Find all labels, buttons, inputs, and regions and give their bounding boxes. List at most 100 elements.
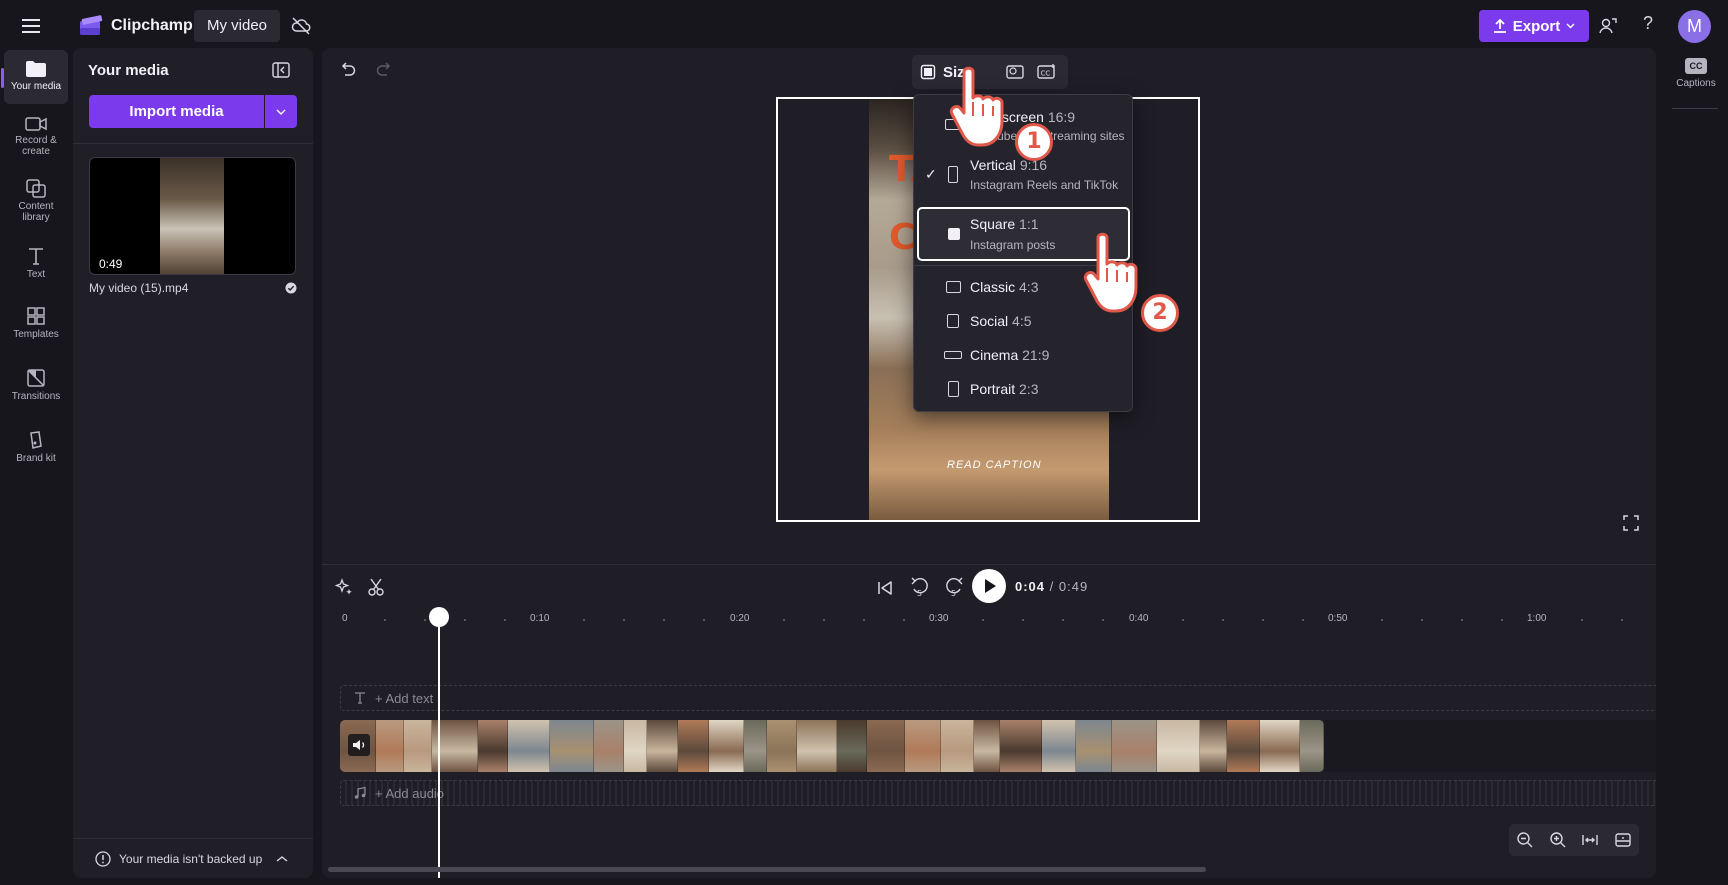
zoom-in-icon[interactable]	[1549, 831, 1567, 849]
option-name: Classic	[970, 279, 1016, 295]
size-option-cinema[interactable]: Cinema 21:9	[914, 341, 1132, 371]
clip-frame	[1199, 720, 1228, 772]
video-clip[interactable]	[340, 720, 1324, 772]
ruler-tick-label: 0:40	[1129, 613, 1149, 624]
option-name: Portrait	[970, 381, 1016, 397]
rail-item-text[interactable]: Text	[4, 246, 68, 292]
rail-item-your-media[interactable]: Your media	[1, 50, 68, 104]
cloud-off-icon[interactable]	[290, 15, 312, 37]
help-icon[interactable]: ?	[1637, 13, 1659, 37]
forward-seconds: 5	[951, 589, 956, 598]
expand-timeline-icon[interactable]	[1614, 831, 1632, 849]
captions-button[interactable]: CC Captions	[1670, 58, 1722, 89]
zoom-out-icon[interactable]	[1516, 831, 1534, 849]
ruler-tick-label: 1:00	[1527, 613, 1547, 624]
fit-to-width-icon[interactable]	[1581, 831, 1599, 849]
ruler-tick-dot	[383, 619, 386, 621]
scissors-icon[interactable]	[367, 577, 385, 597]
media-duration: 0:49	[94, 256, 128, 272]
step-badge: 1	[1015, 123, 1053, 161]
ruler-tick-label: 0:10	[530, 613, 550, 624]
ruler-tick-dot	[703, 619, 706, 621]
backup-status-bar[interactable]: Your media isn't backed up	[73, 838, 313, 878]
clip-frame	[866, 720, 905, 772]
clip-frame	[403, 720, 433, 772]
thumbnail-image	[160, 158, 224, 274]
clip-frame	[941, 720, 975, 772]
export-label: Export	[1512, 17, 1561, 35]
brand-kit-icon	[30, 431, 42, 449]
size-option-vertical[interactable]: ✓ Vertical 9:16 Instagram Reels and TikT…	[914, 155, 1132, 201]
rail-item-brand-kit[interactable]: Brand kit	[4, 430, 68, 480]
portrait-ratio-icon	[948, 381, 959, 397]
ruler-tick-dot	[623, 619, 626, 621]
option-name: Cinema	[970, 347, 1019, 363]
zoom-controls	[1509, 824, 1639, 856]
ruler-tick-dot	[503, 619, 506, 621]
rail-item-transitions[interactable]: Transitions	[4, 368, 68, 418]
rewind-5-icon[interactable]: 5	[910, 576, 930, 598]
rewind-seconds: 5	[917, 589, 922, 598]
current-time: 0:04	[1015, 579, 1046, 594]
video-overlay-text: C	[889, 217, 916, 258]
redo-icon[interactable]	[374, 60, 394, 80]
clip-frame	[836, 720, 867, 772]
clip-frame	[1075, 720, 1113, 772]
cinema-ratio-icon	[944, 351, 962, 359]
magic-sparkle-icon[interactable]	[334, 577, 354, 597]
avatar[interactable]: M	[1678, 10, 1711, 43]
option-ratio: 16:9	[1047, 109, 1076, 125]
classic-ratio-icon	[946, 281, 961, 293]
project-name-field[interactable]: My video	[194, 10, 281, 42]
menu-icon[interactable]	[18, 15, 46, 37]
upload-icon	[1493, 18, 1506, 33]
size-option-portrait[interactable]: Portrait 2:3	[914, 375, 1132, 405]
fullscreen-icon[interactable]	[1622, 514, 1640, 532]
left-rail: Your media Record & create Content libra…	[0, 50, 72, 885]
undo-icon[interactable]	[338, 60, 358, 80]
step-badge: 2	[1141, 294, 1179, 332]
ruler-tick-dot	[1501, 619, 1504, 621]
templates-icon	[27, 307, 45, 325]
rail-item-templates[interactable]: Templates	[4, 306, 68, 356]
share-people-icon[interactable]	[1597, 15, 1619, 37]
captions-label: Captions	[1676, 78, 1716, 89]
rail-item-content-library[interactable]: Content library	[4, 178, 68, 234]
import-media-button[interactable]: Import media	[89, 95, 264, 128]
ruler-tick-dot	[423, 619, 426, 621]
timeline-panel: 5 5 0:04 / 0:49 0 0:10 0:20 0:30 0:40 0:…	[322, 564, 1656, 878]
captions-edit-icon[interactable]: CC	[1036, 62, 1058, 82]
clip-frame	[550, 720, 595, 772]
library-icon	[26, 179, 46, 198]
video-track-empty	[1324, 720, 1656, 772]
text-track[interactable]: + Add text	[340, 685, 1656, 711]
rail-label: Your media	[10, 81, 62, 92]
ruler-tick-dot	[1221, 619, 1224, 621]
playhead[interactable]	[438, 613, 440, 878]
clip-frame	[624, 720, 648, 772]
ruler-tick-dot	[463, 619, 466, 621]
total-time: / 0:49	[1049, 579, 1089, 594]
rail-item-record-create[interactable]: Record & create	[4, 116, 68, 172]
import-options-button[interactable]	[265, 95, 297, 128]
ruler-tick-dot	[1580, 619, 1583, 621]
skip-to-start-icon[interactable]	[876, 579, 894, 597]
media-thumbnail[interactable]: 0:49	[89, 157, 296, 275]
clip-frame	[508, 720, 551, 772]
collapse-panel-icon[interactable]	[271, 61, 291, 79]
ruler-tick-dot	[1102, 619, 1105, 621]
export-button[interactable]: Export	[1479, 10, 1589, 42]
forward-5-icon[interactable]: 5	[944, 576, 964, 598]
clip-frame	[1157, 720, 1200, 772]
ruler-tick-dot	[1421, 619, 1424, 621]
rail-label: Templates	[13, 329, 59, 340]
camera-icon	[25, 117, 47, 131]
ruler-tick-dot	[902, 619, 905, 621]
timeline-scrollbar[interactable]	[328, 867, 1206, 872]
audio-track[interactable]: + Add audio	[340, 780, 1656, 806]
rail-label: Content library	[18, 201, 54, 223]
speaker-icon[interactable]	[348, 734, 370, 756]
media-panel-title: Your media	[88, 62, 169, 79]
play-button[interactable]	[972, 569, 1006, 603]
ruler-tick-dot	[982, 619, 985, 621]
